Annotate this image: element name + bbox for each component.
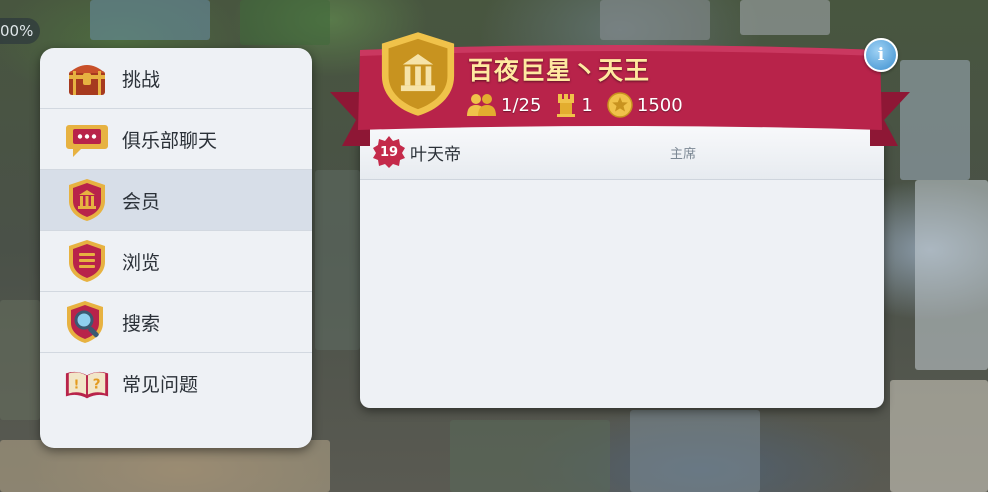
- menu-item-browse[interactable]: 浏览: [40, 231, 312, 292]
- club-points: 1500: [607, 92, 683, 118]
- menu-item-label: 挑战: [122, 68, 161, 91]
- star-coin-icon: [607, 92, 633, 118]
- menu-item-club-chat[interactable]: 俱乐部聊天: [40, 109, 312, 170]
- club-shield-icon: [64, 177, 110, 223]
- club-level: 1: [555, 92, 593, 118]
- menu-item-label: 搜索: [122, 312, 161, 335]
- club-points-value: 1500: [636, 94, 683, 116]
- member-count-value: 1/25: [501, 94, 542, 116]
- menu-item-label: 会员: [122, 190, 161, 213]
- club-level-value: 1: [581, 94, 593, 116]
- info-icon: i: [877, 45, 885, 65]
- magnifier-shield-icon: [64, 299, 110, 345]
- member-list-panel: 19 叶天帝 主席: [360, 125, 884, 408]
- faq-book-icon: ! ?: [64, 360, 110, 406]
- svg-text:!: !: [74, 377, 80, 392]
- svg-text:?: ?: [93, 378, 101, 393]
- menu-item-faq[interactable]: ! ? 常见问题: [40, 353, 312, 413]
- club-menu: 挑战 俱乐部聊天 会员 浏览 搜索 ! ? 常见问题: [40, 48, 312, 448]
- chat-bubble-icon: [64, 116, 110, 162]
- member-count: 1/25: [465, 92, 541, 118]
- menu-item-search[interactable]: 搜索: [40, 292, 312, 353]
- club-name: 百夜巨星丶天王: [468, 56, 651, 85]
- menu-item-label: 浏览: [122, 251, 161, 274]
- menu-item-label: 俱乐部聊天: [122, 129, 218, 152]
- club-stats: 1/25 1 1500: [465, 92, 697, 118]
- club-emblem-icon: [381, 32, 455, 116]
- info-button[interactable]: i: [864, 38, 898, 72]
- menu-item-label: 常见问题: [122, 373, 199, 396]
- treasure-chest-icon: [64, 55, 110, 101]
- menu-item-challenge[interactable]: 挑战: [40, 48, 312, 109]
- members-icon: [467, 94, 496, 116]
- tower-icon: [557, 94, 576, 117]
- progress-percent-label: 00%: [0, 18, 40, 44]
- menu-item-members[interactable]: 会员: [40, 170, 312, 231]
- list-shield-icon: [64, 238, 110, 284]
